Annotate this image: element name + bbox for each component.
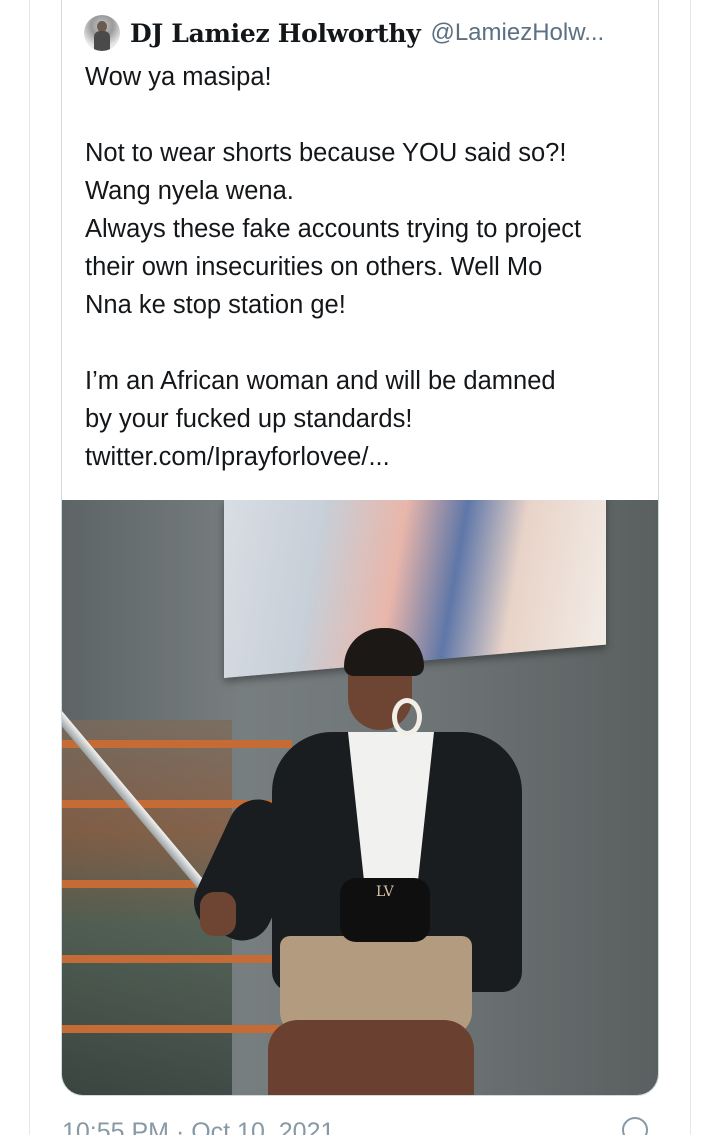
tweet-photo[interactable]: LV	[62, 500, 658, 1095]
author-handle[interactable]: @LamiezHolw...	[430, 19, 604, 47]
tweet-text-line: their own insecurities on others. Well M…	[85, 253, 543, 281]
timeline-border-right	[690, 0, 691, 1135]
photo-belt-bag: LV	[340, 878, 430, 942]
author-display-name[interactable]: DJ Lamiez Holworthy	[130, 19, 421, 48]
tweet-text-line: Wow ya masipa!	[85, 63, 272, 91]
tweet-text-line	[85, 324, 645, 362]
tweet-text-line: Always these fake accounts trying to pro…	[85, 215, 582, 243]
photo-person-hand	[200, 892, 236, 936]
tweet-text-line: Nna ke stop station ge!	[85, 291, 346, 319]
photo-stair-step	[62, 740, 292, 748]
quoted-tweet-card[interactable]: DJ Lamiez Holworthy @LamiezHolw... Wow y…	[61, 0, 659, 1096]
author-avatar[interactable]	[84, 15, 120, 51]
quoted-tweet-header: DJ Lamiez Holworthy @LamiezHolw...	[84, 14, 604, 52]
tweet-text-line: Wang nyela wena.	[85, 177, 294, 205]
quoted-tweet-text: Wow ya masipa! Not to wear shorts becaus…	[85, 58, 645, 476]
photo-earring	[392, 698, 422, 736]
avatar-figure-body	[94, 31, 110, 51]
timeline-border-left	[29, 0, 30, 1135]
info-circle-icon[interactable]	[622, 1117, 648, 1135]
bag-monogram: LV	[376, 884, 394, 900]
tweet-text-line: by your fucked up standards!	[85, 405, 413, 433]
photo-stair-step	[62, 955, 292, 963]
photo-stair-step	[62, 1025, 292, 1033]
photo-person-legs	[268, 1020, 474, 1095]
tweet-timestamp[interactable]: 10:55 PM · Oct 10, 2021	[62, 1118, 334, 1135]
tweet-text-line: Not to wear shorts because YOU said so?!	[85, 139, 567, 167]
tweet-text-line	[85, 96, 645, 134]
tweet-link[interactable]: twitter.com/Iprayforlovee/...	[85, 438, 645, 476]
tweet-text-line: I’m an African woman and will be damned	[85, 367, 556, 395]
tweet-detail-screen: DJ Lamiez Holworthy @LamiezHolw... Wow y…	[0, 0, 720, 1135]
